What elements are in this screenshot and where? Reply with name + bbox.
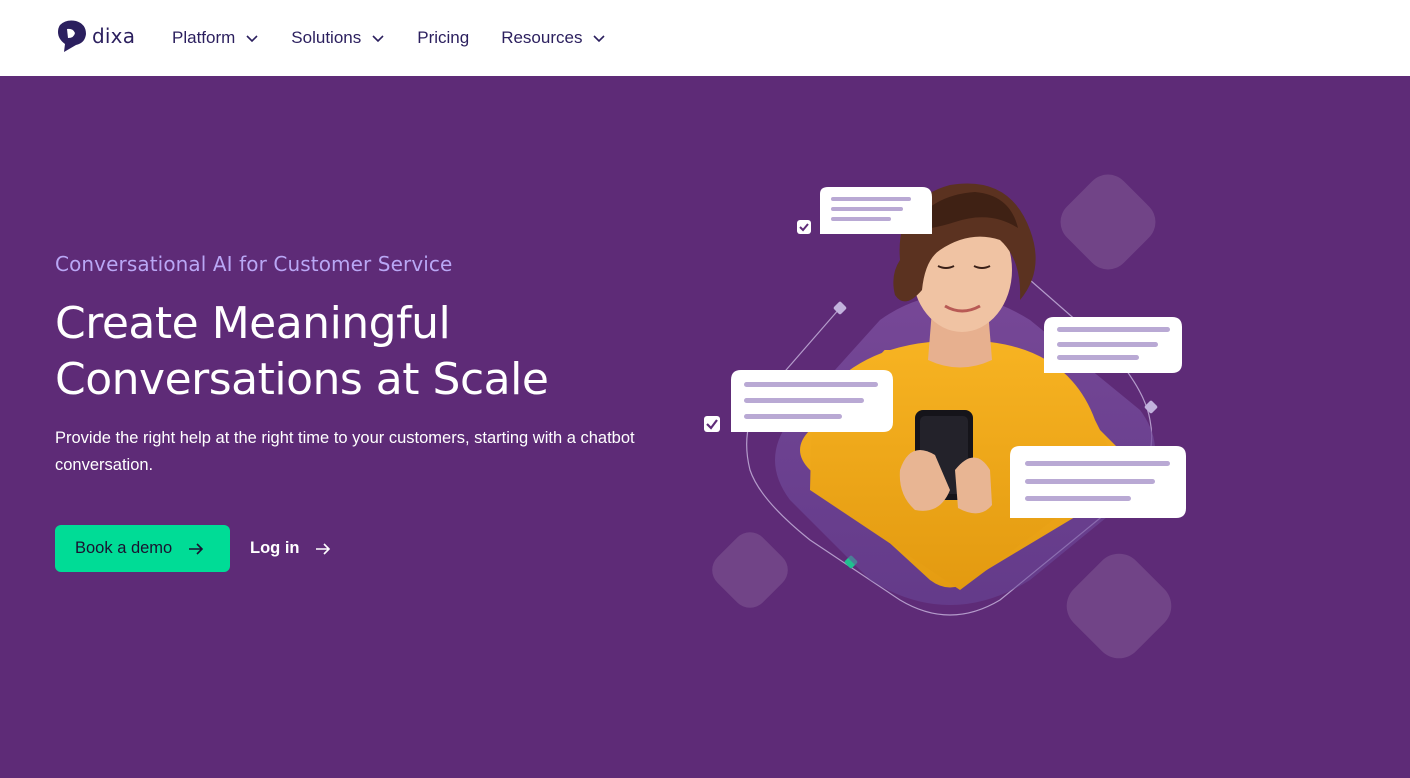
arrow-right-icon — [316, 542, 331, 555]
main-nav: Platform Solutions Pricing Resources — [172, 0, 638, 76]
check-icon — [704, 416, 720, 432]
hero-subtext: Provide the right help at the right time… — [55, 429, 635, 474]
brand-name: dixa — [92, 24, 136, 48]
chat-bubble — [1010, 446, 1186, 518]
decor-diamond — [1060, 174, 1156, 270]
chevron-down-icon — [246, 35, 258, 43]
top-navbar: dixa Platform Solutions Pricing Resource… — [0, 0, 1410, 76]
nav-item-pricing[interactable]: Pricing — [417, 28, 469, 48]
login-link[interactable]: Log in — [250, 539, 331, 558]
nav-label: Pricing — [417, 28, 470, 47]
hero-illustration — [704, 174, 1186, 659]
login-label: Log in — [250, 539, 300, 557]
nav-item-solutions[interactable]: Solutions — [291, 28, 385, 48]
nav-label: Platform — [172, 28, 236, 47]
headline-line-2: Conversations at Scale — [55, 354, 549, 405]
cta-row: Book a demo Log in — [55, 525, 331, 572]
chevron-down-icon — [593, 35, 606, 43]
chat-bubble — [820, 187, 932, 234]
arrow-right-icon — [189, 542, 204, 555]
book-demo-label: Book a demo — [75, 539, 173, 557]
chevron-down-icon — [372, 35, 384, 43]
headline-line-1: Create Meaningful — [55, 298, 451, 349]
chat-bubble — [731, 370, 893, 432]
speech-pin-icon — [58, 20, 86, 52]
nav-item-platform[interactable]: Platform — [172, 28, 259, 48]
decor-diamond — [1066, 553, 1172, 659]
hero-content: Conversational AI for Customer Service C… — [55, 252, 695, 479]
decor-diamond — [712, 532, 788, 608]
chat-bubble — [1044, 317, 1182, 373]
check-icon — [797, 220, 811, 234]
hero-headline: Create Meaningful Conversations at Scale — [55, 296, 695, 408]
hero-eyebrow: Conversational AI for Customer Service — [55, 252, 453, 276]
connector-node — [1144, 400, 1158, 414]
book-demo-button[interactable]: Book a demo — [55, 525, 230, 572]
nav-item-resources[interactable]: Resources — [501, 28, 606, 48]
nav-label: Solutions — [291, 28, 362, 47]
dixa-logo[interactable]: dixa — [56, 19, 135, 53]
nav-label: Resources — [501, 28, 583, 47]
